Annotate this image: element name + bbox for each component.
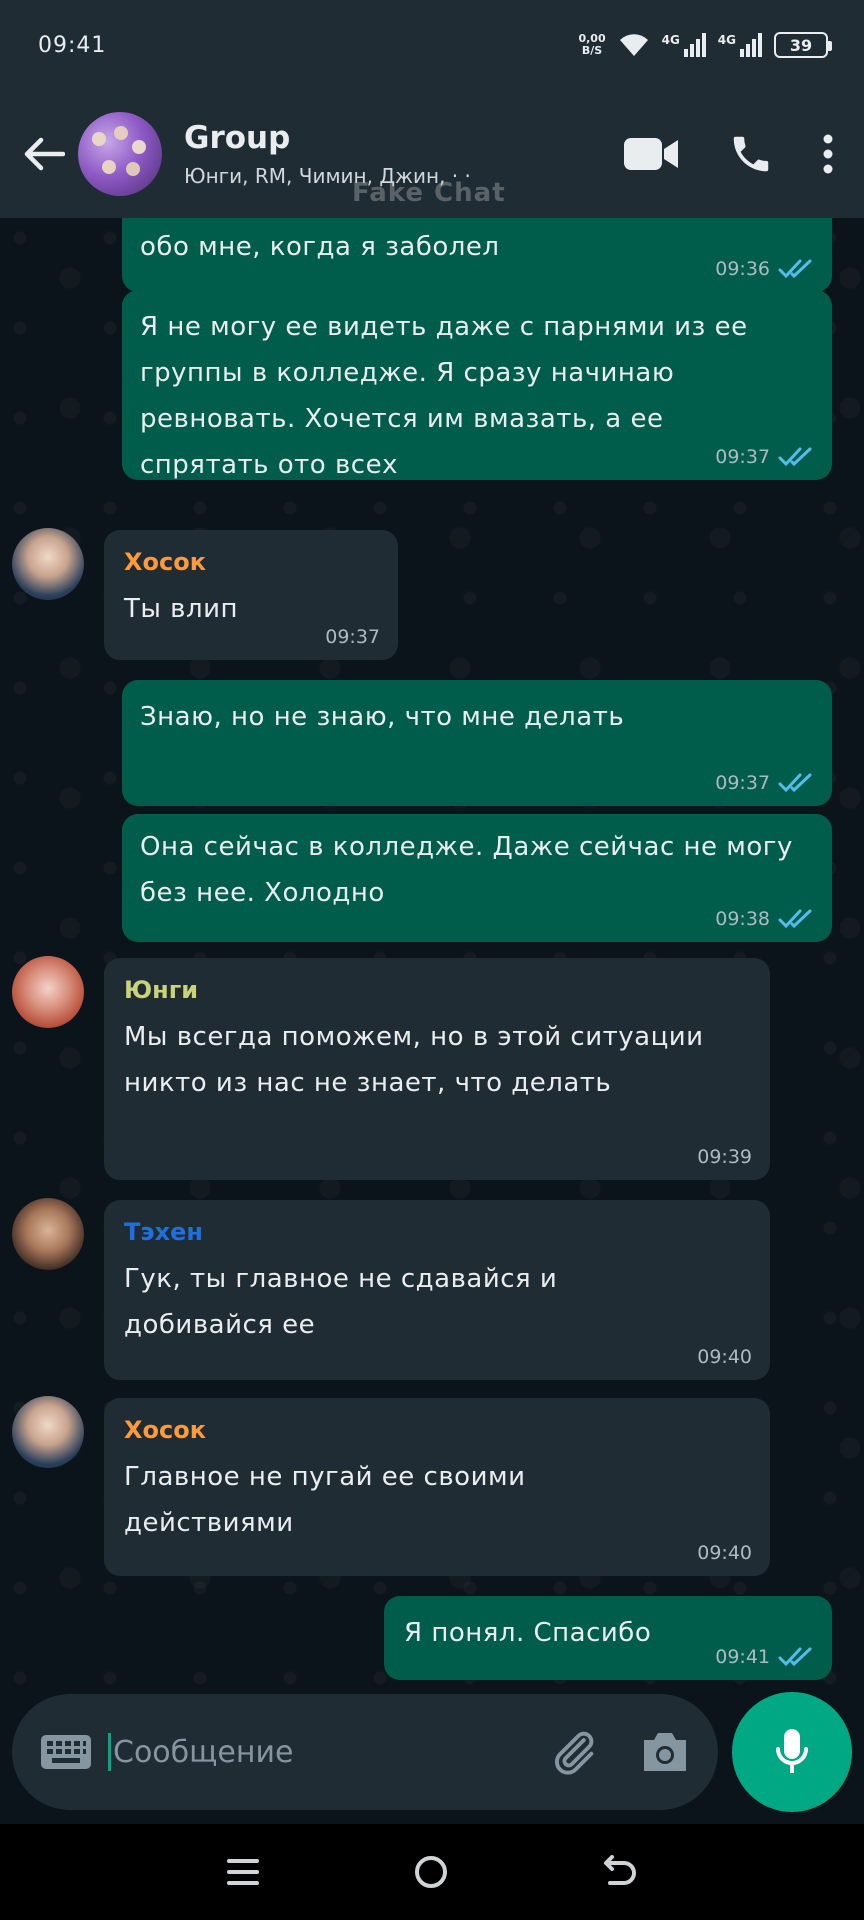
mic-button[interactable] (732, 1692, 852, 1812)
sender-name: Хосок (124, 1416, 206, 1444)
watermark: Fake Chat (352, 178, 506, 208)
message-text: Знаю, но не знаю, что мне делать (140, 702, 625, 732)
wifi-icon (619, 34, 648, 56)
status-time: 09:41 (38, 32, 107, 58)
double-check-icon (778, 447, 812, 467)
message-text: Мы всегда поможем, но в этой ситуации ни… (124, 1022, 704, 1098)
message-time: 09:37 (715, 772, 770, 794)
message-text: Я не могу ее видеть даже с парнями из ее… (140, 312, 748, 480)
home-icon[interactable] (413, 1854, 449, 1890)
back-nav-icon[interactable] (602, 1855, 638, 1889)
message-time: 09:37 (325, 626, 380, 648)
message-outgoing[interactable]: Она сейчас в колледже. Даже сейчас не мо… (122, 814, 832, 942)
battery-icon: 39 (774, 32, 832, 58)
avatar[interactable] (12, 1198, 84, 1270)
video-call-icon[interactable] (622, 136, 680, 172)
message-time: 09:37 (715, 446, 770, 468)
double-check-icon (778, 909, 812, 929)
phone-icon[interactable] (728, 131, 774, 177)
chat-area[interactable]: обо мне, когда я заболел 09:36 Я не могу… (0, 218, 864, 1690)
back-arrow-icon[interactable] (14, 124, 74, 184)
message-outgoing[interactable]: Я не могу ее видеть даже с парнями из ее… (122, 290, 832, 480)
message-incoming[interactable]: Тэхен Гук, ты главное не сдавайся и доби… (104, 1200, 770, 1380)
mic-icon (776, 1729, 808, 1773)
double-check-icon (778, 1647, 812, 1667)
avatar[interactable] (12, 528, 84, 600)
avatar[interactable] (12, 1396, 84, 1468)
message-text: Главное не пугай ее своими действиями (124, 1462, 526, 1538)
message-input[interactable]: Сообщение (113, 1735, 548, 1770)
sender-name: Тэхен (124, 1218, 203, 1246)
message-outgoing[interactable]: Я понял. Спасибо 09:41 (384, 1596, 832, 1680)
message-text: Я понял. Спасибо (404, 1618, 652, 1648)
keyboard-icon[interactable] (40, 1734, 92, 1770)
message-outgoing[interactable]: Знаю, но не знаю, что мне делать 09:37 (122, 680, 832, 806)
sender-name: Хосок (124, 548, 206, 576)
message-input-bar: Сообщение (12, 1694, 718, 1810)
avatar[interactable] (12, 956, 84, 1028)
text-cursor (108, 1733, 111, 1771)
message-time: 09:41 (715, 1646, 770, 1668)
double-check-icon (778, 773, 812, 793)
message-time: 09:36 (715, 258, 770, 280)
sender-name: Юнги (124, 976, 199, 1004)
more-vert-icon[interactable] (822, 134, 834, 174)
message-text: Ты влип (124, 594, 239, 624)
status-bar: 09:41 0,00 B/S 4G 4G 39 (0, 0, 864, 90)
net-speed: 0,00 B/S (578, 32, 606, 57)
message-incoming[interactable]: Хосок Главное не пугай ее своими действи… (104, 1398, 770, 1576)
message-time: 09:39 (697, 1146, 752, 1168)
signal-1-icon: 4G (662, 33, 706, 57)
camera-icon[interactable] (640, 1730, 690, 1774)
menu-icon[interactable] (226, 1855, 260, 1889)
message-incoming[interactable]: Юнги Мы всегда поможем, но в этой ситуац… (104, 958, 770, 1180)
message-time: 09:38 (715, 908, 770, 930)
message-text: Гук, ты главное не сдавайся и добивайся … (124, 1264, 558, 1340)
message-time: 09:40 (697, 1542, 752, 1564)
group-name: Group (184, 120, 291, 156)
message-text: обо мне, когда я заболел (140, 232, 500, 262)
attach-icon[interactable] (548, 1726, 600, 1778)
system-nav-bar (0, 1824, 864, 1920)
group-avatar[interactable] (78, 112, 162, 196)
signal-2-icon: 4G (718, 33, 762, 57)
double-check-icon (778, 259, 812, 279)
message-outgoing[interactable]: обо мне, когда я заболел 09:36 (122, 218, 832, 292)
message-incoming[interactable]: Хосок Ты влип 09:37 (104, 530, 398, 660)
message-time: 09:40 (697, 1346, 752, 1368)
message-text: Она сейчас в колледже. Даже сейчас не мо… (140, 832, 793, 908)
